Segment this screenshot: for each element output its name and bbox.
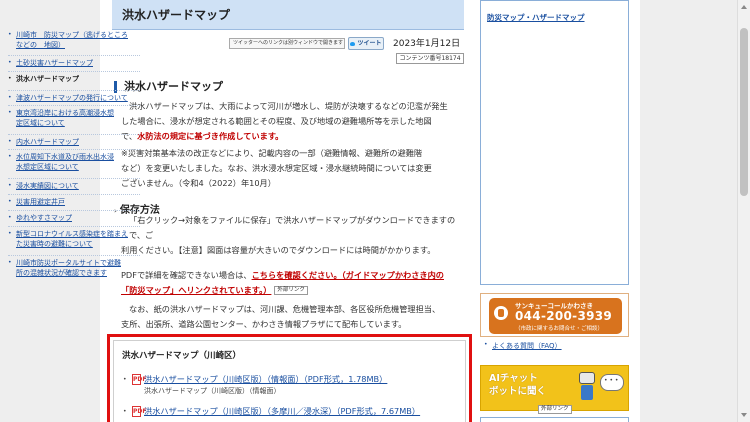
revision-note: ※災害対策基本法の改正などにより、記載内容の一部（避難情報、避難所の避難階 など… (121, 148, 432, 188)
bullet-icon: • (8, 59, 12, 66)
sidebar-item[interactable]: • 土砂災害ハザードマップ (8, 58, 140, 68)
sidebar-divider (8, 178, 140, 179)
sidebar-item[interactable]: • 川崎市 防災マップ（逃げるところ などの 地図） (8, 30, 140, 50)
distribution-paragraph: なお、紙の洪水ハザードマップは、河川課、危機管理本部、各区役所危機管理担当、 支… (121, 304, 441, 329)
bullet-icon: • (8, 138, 12, 145)
bullet-icon: • (8, 182, 12, 189)
sidebar-divider (8, 134, 140, 135)
bullet-icon: • (8, 153, 12, 160)
sidebar-divider (8, 71, 140, 72)
twitter-bird-icon (350, 41, 356, 46)
sidebar-item[interactable]: • 浸水実績図について (8, 181, 140, 191)
sidebar-item[interactable]: • 津波ハザードマップの発行について (8, 93, 140, 103)
bullet-icon: • (8, 94, 12, 101)
bousai-map-link[interactable]: 「防災マップ」へリンクされています。） (121, 285, 271, 295)
call-number: 044-200-3939 (515, 309, 613, 323)
phone-icon (494, 306, 508, 320)
scroll-down-icon[interactable] (741, 413, 747, 417)
sidebar-item: • 洪水ハザードマップ (8, 75, 79, 83)
sidebar-item[interactable]: • 内水ハザードマップ (8, 137, 140, 147)
scrollbar-thumb[interactable] (740, 28, 748, 196)
kawasaki-download-box: 洪水ハザードマップ（川崎区） • PDF洪水ハザードマップ（川崎区版）（情報面）… (113, 340, 466, 422)
scroll-up-icon[interactable] (741, 5, 747, 9)
bullet-icon: • (8, 259, 12, 266)
kawasaki-box-title: 洪水ハザードマップ（川崎区） (122, 351, 242, 361)
bullet-icon: • (123, 376, 127, 383)
water-law-text: 水防法の規定に基づき作成しています。 (137, 131, 284, 141)
sidebar-divider (8, 105, 140, 106)
sidebar-divider (8, 210, 140, 211)
sidebar-divider (8, 194, 140, 195)
page-title-bar: 洪水ハザードマップ (112, 0, 464, 30)
sidebar-item[interactable]: • ゆれやすさマップ (8, 213, 140, 223)
pdf-icon: PDF (132, 406, 147, 417)
bullet-icon: • (8, 214, 12, 221)
page-title: 洪水ハザードマップ (122, 8, 231, 22)
save-instructions: 「右クリック→対象をファイルに保存」で洪水ハザードマップがダウンロードできますの… (121, 215, 456, 255)
intro-paragraph: 洪水ハザードマップは、大雨によって河川が増水し、堤防が決壊するなどの氾濫が発生 … (121, 101, 448, 141)
publish-date: 2023年1月12日 (393, 39, 461, 49)
bullet-icon: • (484, 341, 488, 348)
thankyou-call-banner[interactable]: サンキューコールかわさき 044-200-3939 （市政に関するお問合せ・ご相… (480, 293, 629, 337)
sidebar-item[interactable]: • 水位周知下水道及び雨水出水浸 水想定区域について (8, 152, 140, 172)
pdf-item: • PDF洪水ハザードマップ（川崎区版）（多摩川／浸水深）（PDF形式，7.67… (123, 405, 420, 417)
sidebar-heading[interactable]: 防災マップ・ハザードマップ (487, 12, 585, 23)
content-number: コンテンツ番号18174 (396, 53, 464, 64)
robot-icon (577, 372, 597, 402)
tweet-button[interactable]: ツイート (348, 37, 384, 50)
bullet-icon: • (8, 109, 12, 116)
sidebar-item[interactable]: • 川崎市防災ポータルサイトで避難 所の混雑状況が確認できます (8, 258, 140, 278)
bullet-icon: • (8, 230, 12, 237)
sidebar-divider (8, 90, 140, 91)
pdf-description: 洪水ハザードマップ（川崎区版）（情報面） (144, 387, 281, 395)
sidebar-divider (8, 55, 140, 56)
sidebar-next-box (480, 417, 629, 422)
sidebar-divider (8, 149, 140, 150)
pdf-link-info[interactable]: 洪水ハザードマップ（川崎区版）（情報面）（PDF形式，1.78MB） (144, 374, 387, 384)
pdf-help-paragraph: PDFで詳細を確認できない場合は、こちらを確認ください。（ガイドマップかわさき内… (121, 270, 444, 295)
sidebar-divider (8, 226, 140, 227)
external-link-badge: 外部リンク (274, 286, 308, 295)
sidebar-item[interactable]: • 新型コロナウイルス感染症を踏まえ た災害時の避難について (8, 229, 140, 249)
sidebar-box: 防災マップ・ハザードマップ (480, 0, 629, 285)
page-scrollbar[interactable] (737, 0, 750, 422)
bullet-icon: • (123, 408, 127, 415)
faq-link[interactable]: よくある質問（FAQ） (492, 341, 562, 351)
bullet-icon: • (8, 198, 12, 205)
bullet-icon: • (8, 31, 12, 38)
chat-bubble-icon (600, 374, 624, 391)
bullet-icon: • (8, 75, 12, 82)
pdf-item: • PDF洪水ハザードマップ（川崎区版）（情報面）（PDF形式，1.78MB） (123, 373, 387, 385)
pdf-icon: PDF (132, 374, 147, 385)
pdf-link-tamagawa[interactable]: 洪水ハザードマップ（川崎区版）（多摩川／浸水深）（PDF形式，7.67MB） (144, 406, 420, 416)
sidebar-item[interactable]: • 東京湾沿岸における高潮浸水想 定区域について (8, 108, 140, 128)
pdf-help-link[interactable]: こちらを確認ください。（ガイドマップかわさき内の (252, 270, 444, 280)
sidebar-item[interactable]: • 災害用避定井戸 (8, 197, 140, 207)
tweet-note: ツイッターへのリンクは別ウィンドウで開きます (229, 38, 345, 49)
sidebar-divider (8, 255, 140, 256)
external-link-badge: 外部リンク (538, 405, 572, 414)
